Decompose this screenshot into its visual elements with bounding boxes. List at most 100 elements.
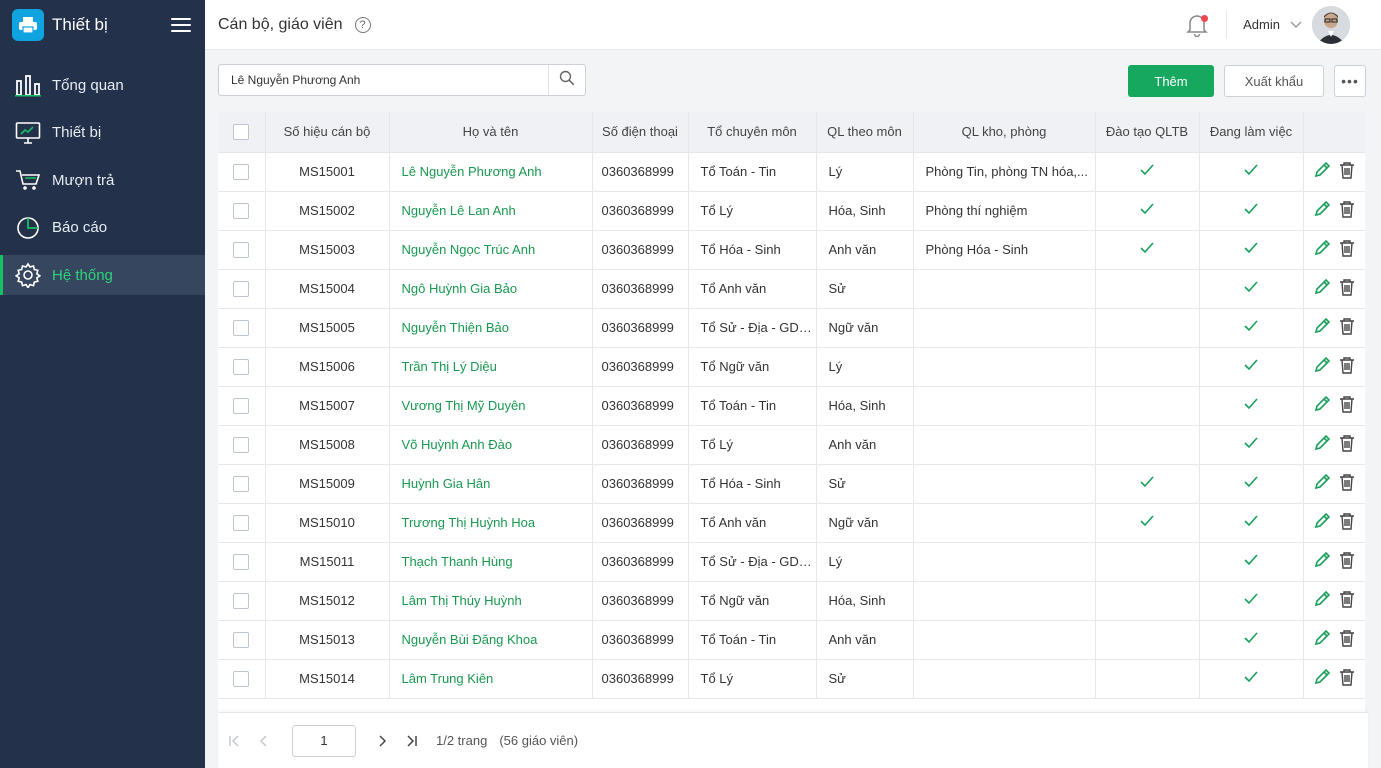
prev-page-icon[interactable] <box>252 729 276 753</box>
row-checkbox[interactable] <box>233 436 250 453</box>
staff-name-link[interactable]: Ngô Huỳnh Gia Bảo <box>389 269 593 309</box>
table-row[interactable]: MS15009 Huỳnh Gia Hân 0360368999 Tổ Hóa - S… <box>218 464 1365 504</box>
user-name[interactable]: Admin <box>1243 17 1280 32</box>
delete-trash-icon[interactable] <box>1339 395 1355 413</box>
sidebar-item-overview[interactable]: Tổng quan <box>0 65 205 105</box>
row-checkbox[interactable] <box>233 553 250 570</box>
delete-trash-icon[interactable] <box>1339 317 1355 335</box>
edit-pencil-icon[interactable] <box>1313 200 1331 218</box>
row-checkbox[interactable] <box>233 358 250 375</box>
edit-pencil-icon[interactable] <box>1313 278 1331 296</box>
delete-trash-icon[interactable] <box>1339 434 1355 452</box>
sidebar-item-devices[interactable]: Thiết bị <box>0 113 205 153</box>
row-checkbox[interactable] <box>233 514 250 531</box>
staff-name-link[interactable]: Võ Huỳnh Anh Đào <box>389 425 593 465</box>
staff-name-link[interactable]: Lê Nguyễn Phương Anh <box>389 152 593 192</box>
edit-pencil-icon[interactable] <box>1313 512 1331 530</box>
row-checkbox[interactable] <box>233 631 250 648</box>
delete-trash-icon[interactable] <box>1339 668 1355 686</box>
staff-name-link[interactable]: Lâm Trung Kiên <box>389 659 593 699</box>
staff-name-link[interactable]: Trần Thị Lý Diệu <box>389 347 593 387</box>
table-row[interactable]: MS15006 Trần Thị Lý Diệu 0360368999 Tổ Ngữ … <box>218 347 1365 387</box>
staff-name-link[interactable]: Lâm Thị Thúy Huỳnh <box>389 581 593 621</box>
table-row[interactable]: MS15001 Lê Nguyễn Phương Anh 0360368999 Tổ … <box>218 152 1365 192</box>
edit-pencil-icon[interactable] <box>1313 239 1331 257</box>
col-header-subject[interactable]: QL theo môn <box>816 112 914 153</box>
row-checkbox[interactable] <box>233 163 250 180</box>
row-checkbox[interactable] <box>233 280 250 297</box>
help-icon[interactable]: ? <box>354 16 371 33</box>
table-row[interactable]: MS15014 Lâm Trung Kiên 0360368999 Tổ Lý Sử <box>218 659 1365 699</box>
more-options-button[interactable]: ••• <box>1334 65 1366 97</box>
staff-name-link[interactable]: Trương Thị Huỳnh Hoa <box>389 503 593 543</box>
table-row[interactable]: MS15005 Nguyễn Thiện Bảo 0360368999 Tổ Sử -… <box>218 308 1365 348</box>
table-row[interactable]: MS15004 Ngô Huỳnh Gia Bảo 0360368999 Tổ Anh… <box>218 269 1365 309</box>
search-button[interactable] <box>548 65 585 95</box>
col-header-name[interactable]: Họ và tên <box>389 112 593 153</box>
staff-name-link[interactable]: Nguyễn Thiện Bảo <box>389 308 593 348</box>
delete-trash-icon[interactable] <box>1339 356 1355 374</box>
delete-trash-icon[interactable] <box>1339 512 1355 530</box>
table-row[interactable]: MS15013 Nguyễn Bùi Đăng Khoa 0360368999 Tổ … <box>218 620 1365 660</box>
staff-name-link[interactable]: Nguyễn Bùi Đăng Khoa <box>389 620 593 660</box>
edit-pencil-icon[interactable] <box>1313 629 1331 647</box>
notification-bell-icon[interactable] <box>1182 10 1212 40</box>
col-header-working[interactable]: Đang làm việc <box>1199 112 1304 153</box>
col-header-trained[interactable]: Đào tạo QLTB <box>1095 112 1200 153</box>
sidebar-item-reports[interactable]: Báo cáo <box>0 208 205 248</box>
row-checkbox[interactable] <box>233 670 250 687</box>
select-all-checkbox[interactable] <box>233 124 250 141</box>
edit-pencil-icon[interactable] <box>1313 551 1331 569</box>
row-checkbox[interactable] <box>233 202 250 219</box>
table-row[interactable]: MS15012 Lâm Thị Thúy Huỳnh 0360368999 Tổ Ng… <box>218 581 1365 621</box>
table-row[interactable]: MS15008 Võ Huỳnh Anh Đào 0360368999 Tổ Lý An… <box>218 425 1365 465</box>
col-header-room[interactable]: QL kho, phòng <box>913 112 1096 153</box>
edit-pencil-icon[interactable] <box>1313 473 1331 491</box>
table-row[interactable]: MS15002 Nguyễn Lê Lan Anh 0360368999 Tổ Lý H… <box>218 191 1365 231</box>
staff-name-link[interactable]: Nguyễn Ngọc Trúc Anh <box>389 230 593 270</box>
delete-trash-icon[interactable] <box>1339 200 1355 218</box>
delete-trash-icon[interactable] <box>1339 239 1355 257</box>
edit-pencil-icon[interactable] <box>1313 161 1331 179</box>
chevron-down-icon[interactable] <box>1290 16 1302 34</box>
edit-pencil-icon[interactable] <box>1313 356 1331 374</box>
delete-trash-icon[interactable] <box>1339 161 1355 179</box>
search-input[interactable]: Lê Nguyễn Phương Anh <box>219 73 548 87</box>
col-header-phone[interactable]: Số điện thoại <box>592 112 689 153</box>
table-row[interactable]: MS15010 Trương Thị Huỳnh Hoa 0360368999 Tổ … <box>218 503 1365 543</box>
row-checkbox[interactable] <box>233 241 250 258</box>
col-header-group[interactable]: Tổ chuyên môn <box>688 112 817 153</box>
col-header-staff-id[interactable]: Số hiệu cán bộ <box>265 112 390 153</box>
staff-name-link[interactable]: Vương Thị Mỹ Duyên <box>389 386 593 426</box>
table-row[interactable]: MS15007 Vương Thị Mỹ Duyên 0360368999 Tổ To… <box>218 386 1365 426</box>
delete-trash-icon[interactable] <box>1339 629 1355 647</box>
hamburger-menu-icon[interactable] <box>171 18 191 32</box>
row-checkbox[interactable] <box>233 592 250 609</box>
delete-trash-icon[interactable] <box>1339 278 1355 296</box>
edit-pencil-icon[interactable] <box>1313 590 1331 608</box>
page-number-input[interactable]: 1 <box>292 724 356 757</box>
export-button[interactable]: Xuất khẩu <box>1224 65 1324 97</box>
row-checkbox[interactable] <box>233 319 250 336</box>
sidebar-item-borrow[interactable]: Mượn trả <box>0 160 205 200</box>
delete-trash-icon[interactable] <box>1339 551 1355 569</box>
last-page-icon[interactable] <box>400 729 424 753</box>
delete-trash-icon[interactable] <box>1339 590 1355 608</box>
row-checkbox[interactable] <box>233 397 250 414</box>
first-page-icon[interactable] <box>222 729 246 753</box>
staff-name-link[interactable]: Thạch Thanh Hùng <box>389 542 593 582</box>
delete-trash-icon[interactable] <box>1339 473 1355 491</box>
avatar[interactable] <box>1312 5 1350 44</box>
table-row[interactable]: MS15003 Nguyễn Ngọc Trúc Anh 0360368999 Tổ … <box>218 230 1365 270</box>
sidebar-item-system[interactable]: Hệ thống <box>0 255 205 295</box>
table-row[interactable]: MS15011 Thạch Thanh Hùng 0360368999 Tổ Sử -… <box>218 542 1365 582</box>
edit-pencil-icon[interactable] <box>1313 668 1331 686</box>
staff-name-link[interactable]: Huỳnh Gia Hân <box>389 464 593 504</box>
next-page-icon[interactable] <box>370 729 394 753</box>
edit-pencil-icon[interactable] <box>1313 434 1331 452</box>
edit-pencil-icon[interactable] <box>1313 395 1331 413</box>
staff-name-link[interactable]: Nguyễn Lê Lan Anh <box>389 191 593 231</box>
edit-pencil-icon[interactable] <box>1313 317 1331 335</box>
row-checkbox[interactable] <box>233 475 250 492</box>
add-button[interactable]: Thêm <box>1128 65 1214 97</box>
